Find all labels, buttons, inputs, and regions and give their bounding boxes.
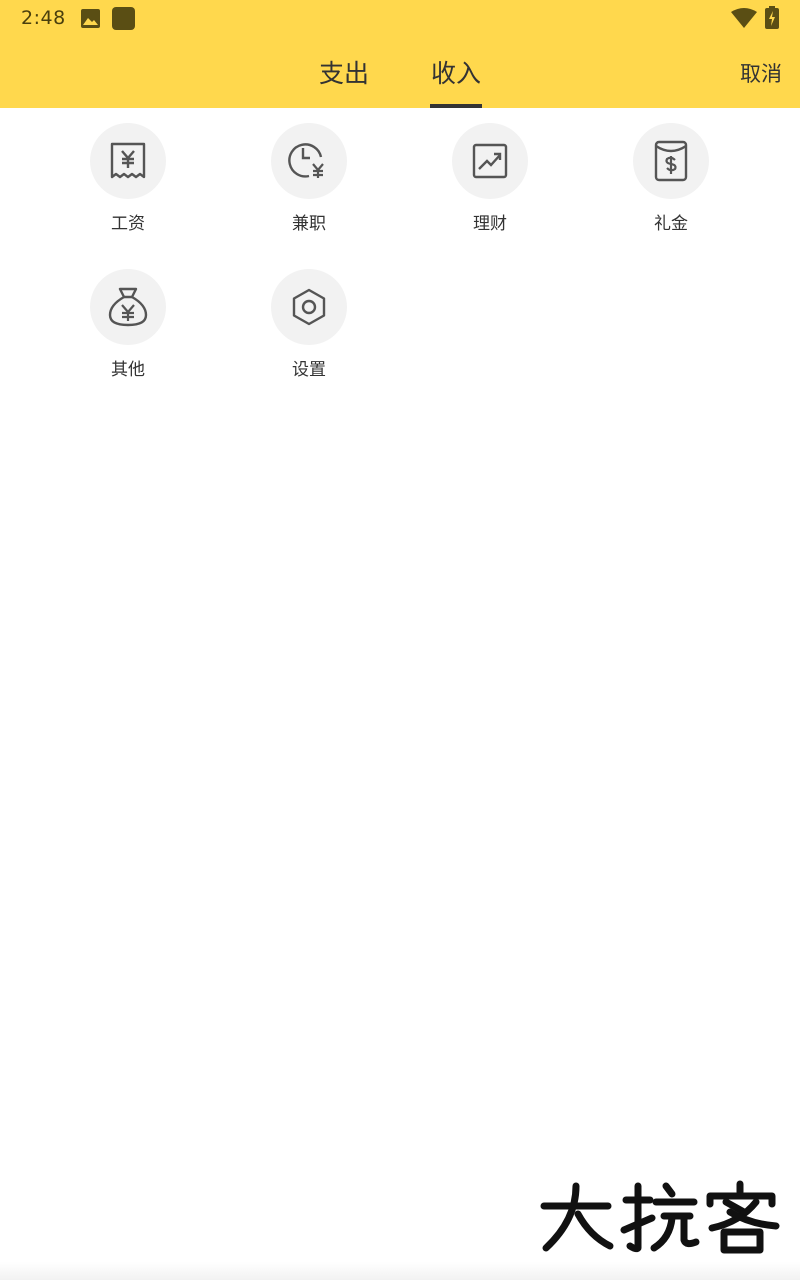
category-icon-bg — [271, 123, 347, 199]
bottom-shade — [0, 1262, 800, 1280]
category-part-time[interactable]: 兼职 — [234, 123, 384, 243]
category-icon-bg — [271, 269, 347, 345]
header: 2:48 支出 收入 取消 — [0, 0, 800, 108]
category-salary[interactable]: 工资 — [53, 123, 203, 243]
category-label: 其他 — [111, 360, 145, 380]
trend-chart-icon — [472, 143, 508, 179]
category-icon-bg — [90, 123, 166, 199]
category-icon-bg — [452, 123, 528, 199]
tab-bar: 支出 收入 取消 — [0, 36, 800, 108]
status-time: 2:48 — [21, 7, 66, 29]
clock-yen-icon — [288, 143, 324, 178]
category-investment[interactable]: 理财 — [415, 123, 565, 243]
watermark-logo — [540, 1180, 780, 1254]
category-other[interactable]: 其他 — [53, 269, 203, 389]
hex-nut-settings-icon — [292, 288, 326, 326]
money-bag-yen-icon — [108, 287, 148, 327]
tab-selected-indicator — [430, 104, 482, 108]
tab-expense[interactable]: 支出 — [319, 54, 369, 90]
category-icon-bg — [633, 123, 709, 199]
image-icon — [81, 9, 100, 28]
app-square-icon — [112, 7, 135, 30]
category-settings[interactable]: 设置 — [234, 269, 384, 389]
wifi-icon — [731, 8, 757, 28]
category-label: 设置 — [292, 360, 326, 380]
category-label: 理财 — [473, 214, 507, 234]
category-icon-bg — [90, 269, 166, 345]
category-gift-money[interactable]: 礼金 — [596, 123, 746, 243]
category-label: 工资 — [111, 214, 145, 234]
category-label: 兼职 — [292, 214, 326, 234]
receipt-yen-icon — [110, 142, 146, 179]
battery-charging-icon — [765, 6, 779, 29]
category-label: 礼金 — [654, 214, 688, 234]
status-bar: 2:48 — [0, 0, 800, 36]
cancel-button[interactable]: 取消 — [740, 58, 782, 88]
red-envelope-dollar-icon — [654, 140, 688, 182]
tab-income[interactable]: 收入 — [431, 54, 481, 90]
